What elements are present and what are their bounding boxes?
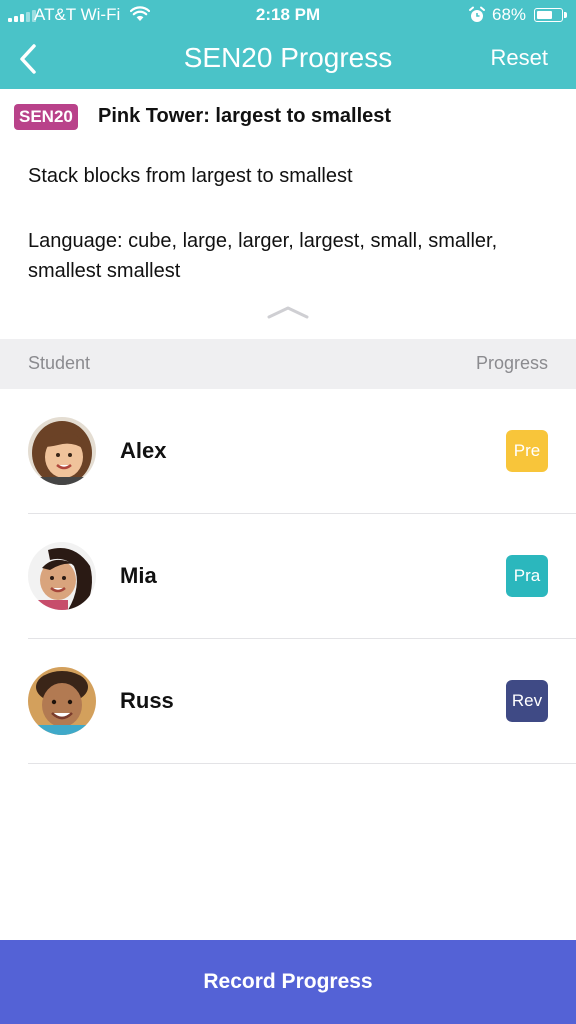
avatar (28, 542, 96, 610)
chevron-up-icon (267, 306, 309, 319)
column-header-student: Student (28, 353, 91, 373)
progress-badge: Pra (506, 555, 548, 597)
table-header: Student Progress (0, 339, 576, 389)
student-row-mia[interactable]: Mia Pra (0, 514, 576, 639)
student-name: Mia (120, 563, 157, 588)
student-row-russ[interactable]: Russ Rev (0, 639, 576, 764)
record-progress-button[interactable]: Record Progress (0, 940, 576, 1024)
reset-button[interactable]: Reset (491, 45, 548, 71)
progress-badge: Pre (506, 430, 548, 472)
progress-badge: Rev (506, 680, 548, 722)
student-name: Russ (120, 688, 174, 713)
lesson-language: Language: cube, large, larger, largest, … (28, 230, 498, 282)
column-header-progress: Progress (475, 353, 548, 373)
status-bar: AT&T Wi-Fi 2:18 PM 68% (0, 0, 576, 30)
avatar (28, 667, 96, 735)
nav-bar: SEN20 Progress Reset (0, 30, 576, 89)
battery-percent: 68% (492, 5, 527, 24)
student-row-alex[interactable]: Alex Pre (0, 389, 576, 514)
status-time: 2:18 PM (255, 5, 321, 24)
app-header: AT&T Wi-Fi 2:18 PM 68% SEN20 Progress Re… (0, 0, 576, 89)
battery-icon (534, 8, 567, 22)
alarm-icon (468, 6, 486, 29)
row-divider (28, 763, 576, 764)
collapse-button[interactable] (266, 304, 310, 320)
lesson-code-badge: SEN20 (14, 104, 78, 130)
lesson-title: Pink Tower: largest to smallest (98, 105, 392, 127)
student-name: Alex (120, 438, 167, 463)
lesson-description: Stack blocks from largest to smallest (28, 165, 353, 187)
avatar (28, 417, 96, 485)
